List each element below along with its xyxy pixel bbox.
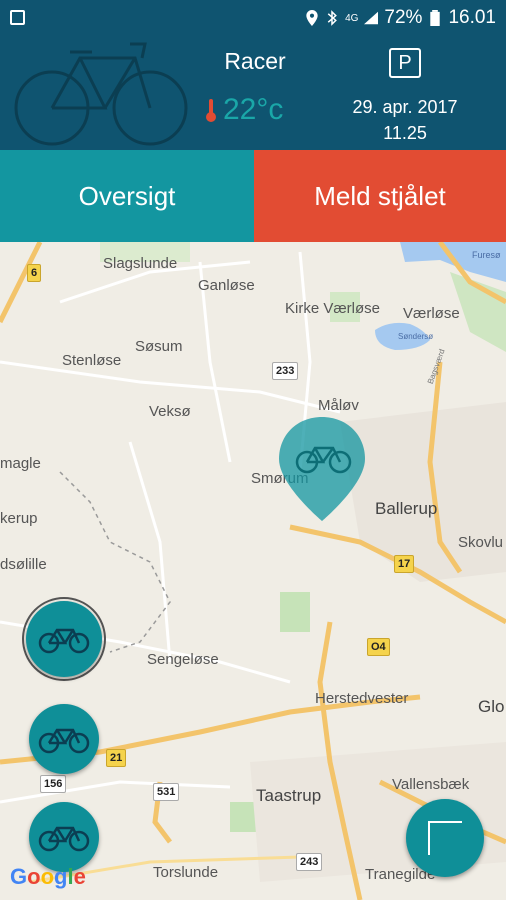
bluetooth-icon — [327, 10, 337, 26]
road-shield: 21 — [106, 749, 127, 767]
map-view[interactable]: Slagslunde Ganløse Kirke Værløse Værløse… — [0, 242, 506, 900]
place-label: Glo — [478, 697, 505, 716]
place-label: Furesø — [472, 250, 501, 260]
signal-icon — [364, 11, 379, 25]
place-label: Stenløse — [62, 352, 122, 369]
bike-button-3[interactable] — [29, 802, 99, 872]
last-update: 29. apr. 2017 11.25 — [330, 94, 480, 146]
bike-icon — [38, 628, 90, 654]
battery-icon — [430, 10, 441, 26]
place-label: Vallensbæk — [392, 776, 470, 793]
place-label: Slagslunde — [103, 255, 178, 272]
expand-icon — [428, 821, 462, 855]
bike-button-1[interactable] — [26, 601, 102, 677]
place-label: Veksø — [149, 403, 191, 420]
status-time: 16.01 — [448, 7, 496, 28]
temperature: 22°c — [205, 93, 283, 127]
report-stolen-button[interactable]: Meld stjålet — [254, 150, 506, 242]
status-bar: 4G 72% 16.01 — [0, 0, 506, 36]
place-label: Søndersø — [398, 332, 434, 341]
bike-icon — [38, 826, 90, 852]
road-shield: 531 — [153, 783, 180, 801]
location-icon — [306, 10, 318, 26]
place-label: Ganløse — [198, 277, 255, 294]
place-label: magle — [0, 455, 41, 472]
road-shield: O4 — [367, 638, 390, 656]
place-label: Skovlu — [458, 534, 504, 551]
bike-header: Racer 22°c P 29. apr. 2017 11.25 — [0, 36, 506, 150]
bike-icon — [14, 42, 188, 146]
road-shield: 6 — [27, 264, 42, 282]
expand-button[interactable] — [406, 799, 484, 877]
last-update-time: 11.25 — [383, 123, 427, 143]
parking-icon[interactable]: P — [389, 48, 421, 78]
place-label: Sengeløse — [147, 651, 219, 668]
status-icons: 4G 72% 16.01 — [305, 7, 496, 29]
place-label: Torslunde — [153, 864, 219, 881]
bike-location-pin[interactable] — [277, 415, 367, 523]
place-label: Søsum — [135, 338, 183, 355]
place-label: Herstedvester — [315, 690, 409, 707]
road-shield: 233 — [272, 362, 299, 380]
battery-percent: 72% — [384, 7, 423, 28]
place-label: dsølille — [0, 556, 47, 573]
bike-icon — [38, 728, 90, 754]
road-shield: 243 — [296, 853, 323, 871]
bike-button-2[interactable] — [29, 704, 99, 774]
place-label: Kirke Værløse — [285, 300, 381, 317]
last-update-date: 29. apr. 2017 — [352, 97, 458, 117]
road-shield: 17 — [394, 555, 415, 573]
place-label: Ballerup — [375, 499, 438, 518]
temperature-value: 22°c — [223, 93, 284, 126]
network-label: 4G — [345, 12, 359, 24]
road-shield: 156 — [40, 775, 67, 793]
place-label: kerup — [0, 510, 38, 527]
place-label: Taastrup — [256, 786, 322, 805]
bike-name: Racer — [224, 48, 286, 74]
overview-button[interactable]: Oversigt — [0, 150, 254, 242]
place-label: Måløv — [318, 397, 359, 414]
google-logo: Google — [10, 864, 86, 889]
image-icon — [10, 10, 25, 25]
thermometer-icon — [206, 99, 216, 122]
place-label: Værløse — [403, 305, 460, 322]
